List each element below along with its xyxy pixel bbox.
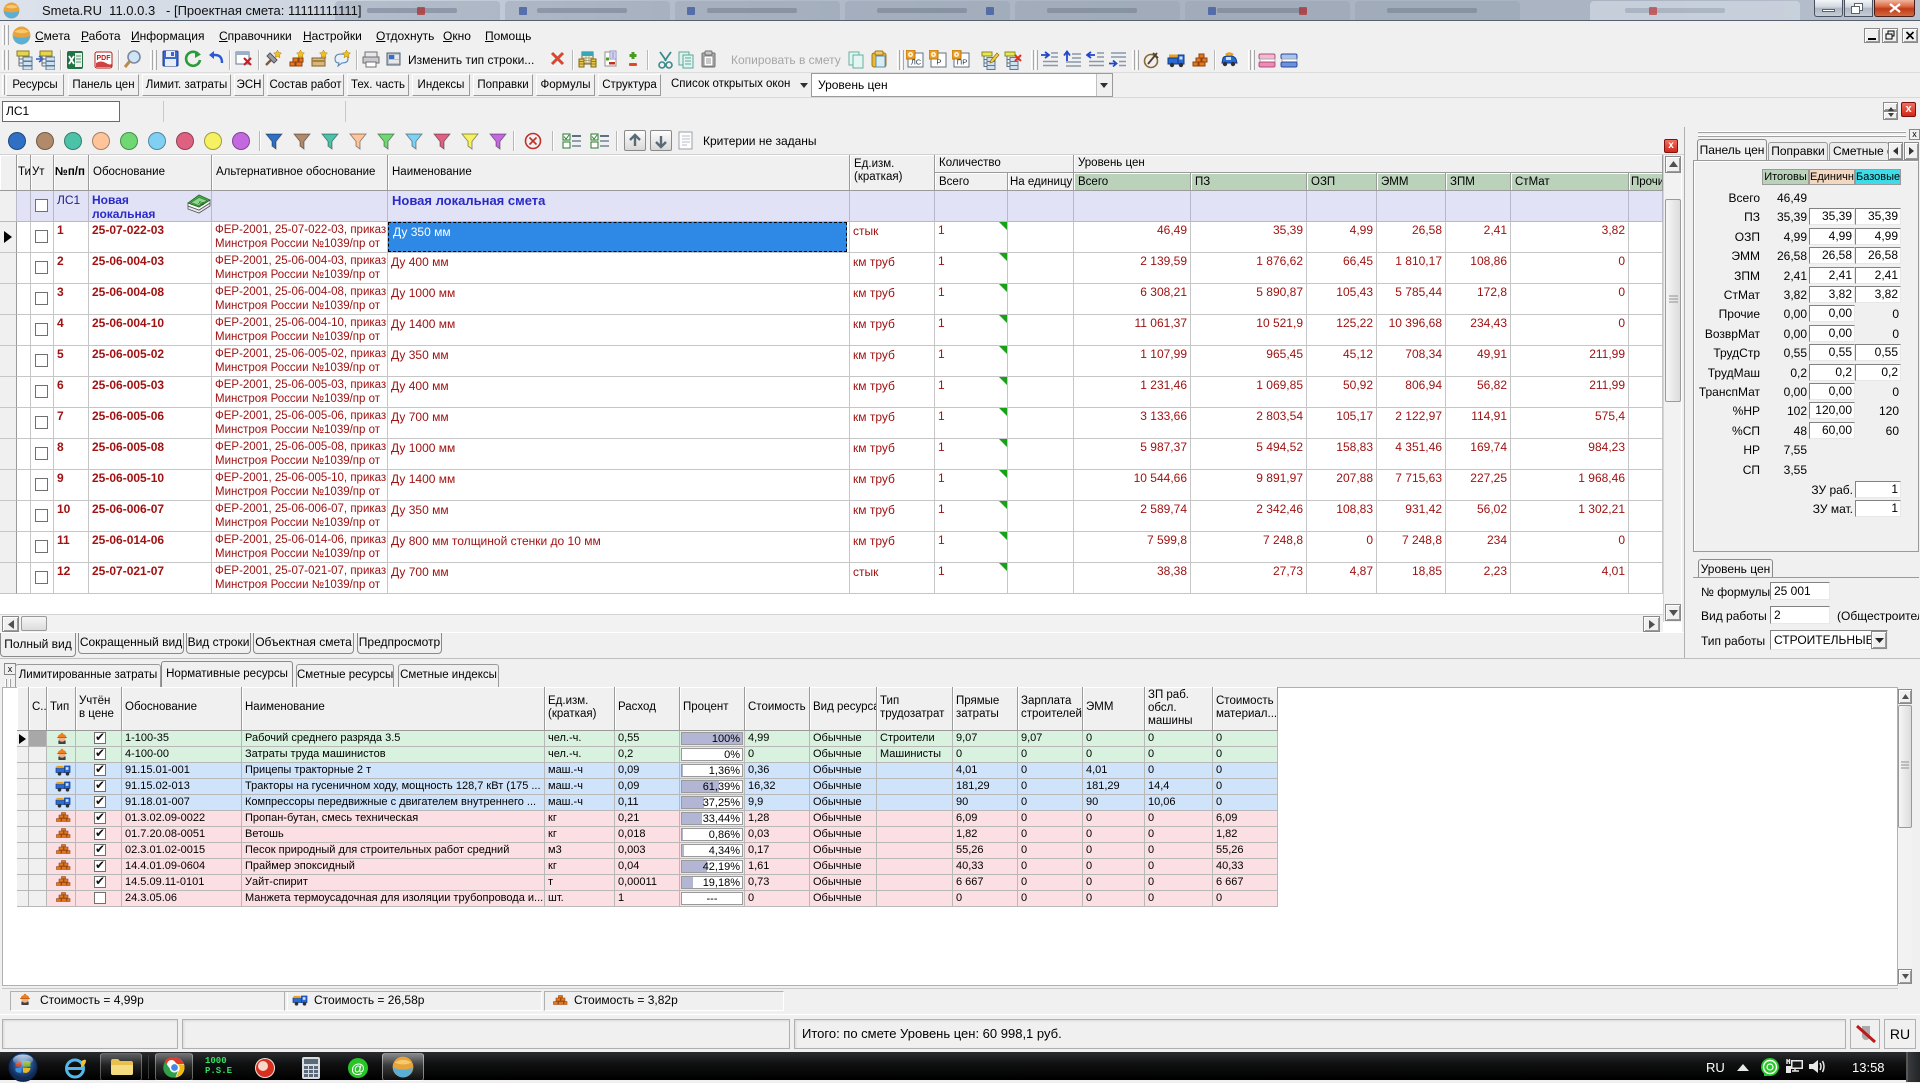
svg-text:PDF: PDF	[97, 55, 112, 62]
svg-text:@: @	[351, 1060, 365, 1076]
